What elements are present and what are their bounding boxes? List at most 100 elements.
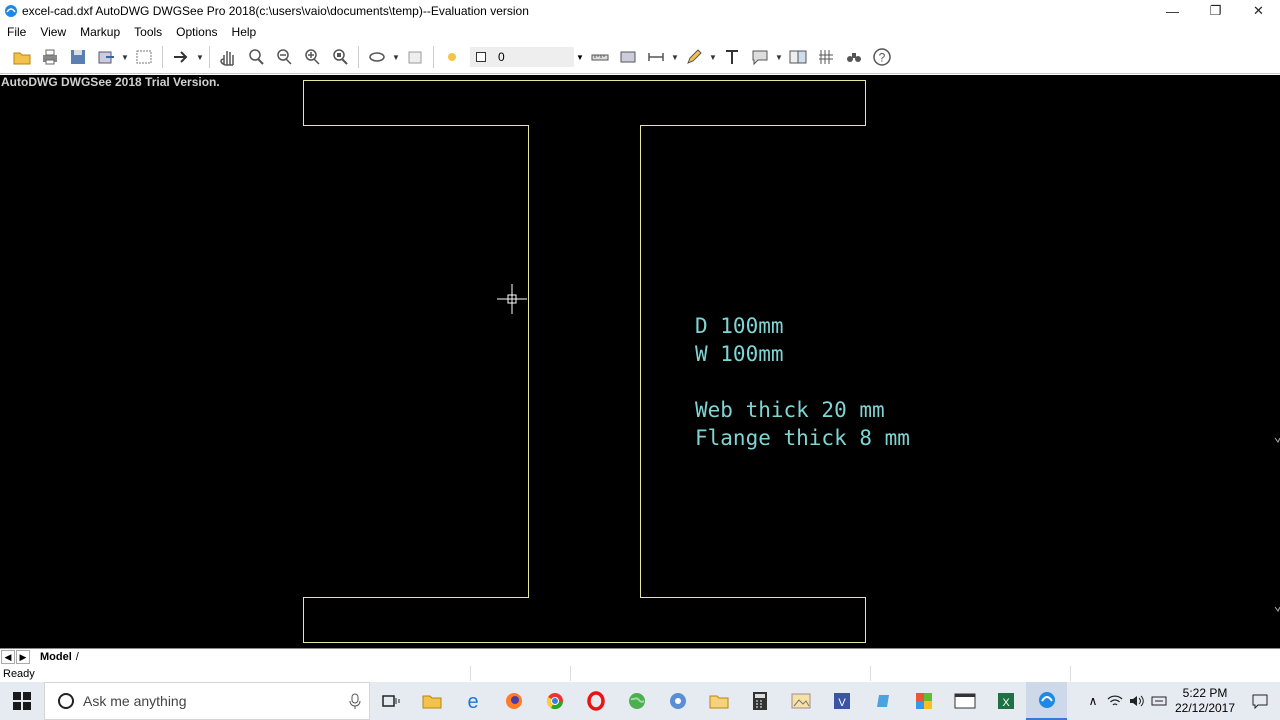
action-center-icon[interactable]	[1240, 682, 1280, 720]
markup-pen-icon[interactable]	[680, 44, 708, 70]
opera-icon[interactable]	[575, 682, 616, 720]
file-explorer-icon[interactable]	[411, 682, 452, 720]
open-icon[interactable]	[8, 44, 36, 70]
toolbar-divider	[209, 46, 210, 68]
chrome-icon[interactable]	[534, 682, 575, 720]
calculator-icon[interactable]	[739, 682, 780, 720]
notes-app-icon[interactable]	[862, 682, 903, 720]
app-icon	[5, 5, 17, 17]
next-dropdown-icon[interactable]: ▼	[195, 44, 205, 70]
find-icon[interactable]	[840, 44, 868, 70]
menu-options[interactable]: Options	[169, 25, 224, 39]
tab-next-icon[interactable]: ▶	[16, 650, 30, 664]
layer-select-value: 0	[498, 50, 505, 64]
taskbar-clock[interactable]: 5:22 PM 22/12/2017	[1170, 686, 1240, 716]
help-icon[interactable]: ?	[868, 44, 896, 70]
tab-prev-icon[interactable]: ◀	[1, 650, 15, 664]
layer-manager-icon[interactable]	[363, 44, 391, 70]
network-app-icon[interactable]	[657, 682, 698, 720]
layer-state-icon[interactable]	[401, 44, 429, 70]
menu-file[interactable]: File	[0, 25, 33, 39]
office-app-icon[interactable]	[903, 682, 944, 720]
drawing-canvas[interactable]: D 100mm W 100mm Web thick 20 mm Flange t…	[0, 75, 1280, 648]
status-pane	[1070, 666, 1210, 681]
taskbar: Ask me anything e V X ∧ 5:22 PM 22/12/20…	[0, 682, 1280, 720]
input-method-icon[interactable]	[1148, 682, 1170, 720]
photos-app-icon[interactable]	[780, 682, 821, 720]
clock-time: 5:22 PM	[1182, 686, 1228, 700]
excel-icon[interactable]: X	[985, 682, 1026, 720]
menu-tools[interactable]: Tools	[127, 25, 169, 39]
window-title: excel-cad.dxf AutoDWG DWGSee Pro 2018(c:…	[22, 4, 529, 18]
layer-select-dropdown-icon[interactable]: ▼	[574, 47, 586, 67]
export-icon[interactable]	[92, 44, 120, 70]
zoom-in-icon[interactable]	[298, 44, 326, 70]
compare-icon[interactable]	[784, 44, 812, 70]
page-setup-icon[interactable]	[130, 44, 158, 70]
visio-app-icon[interactable]: V	[821, 682, 862, 720]
globe-app-icon[interactable]	[616, 682, 657, 720]
zoom-out-icon[interactable]	[270, 44, 298, 70]
text-tool-icon[interactable]	[718, 44, 746, 70]
menu-view[interactable]: View	[33, 25, 73, 39]
status-bar: Ready	[0, 665, 1280, 682]
edge-browser-icon[interactable]: e	[452, 682, 493, 720]
trial-watermark: AutoDWG DWGSee 2018 Trial Version.	[1, 75, 220, 89]
next-icon[interactable]	[167, 44, 195, 70]
tab-model[interactable]: Model	[40, 651, 72, 663]
window-app-icon[interactable]	[944, 682, 985, 720]
system-tray: ∧ 5:22 PM 22/12/2017	[1082, 682, 1280, 720]
zoom-window-icon[interactable]	[242, 44, 270, 70]
microphone-icon[interactable]	[349, 693, 361, 709]
svg-text:V: V	[838, 697, 846, 709]
tab-separator: /	[75, 651, 79, 663]
drawing-svg: D 100mm W 100mm Web thick 20 mm Flange t…	[303, 80, 1280, 643]
svg-text:e: e	[467, 691, 478, 711]
svg-text:?: ?	[879, 51, 886, 65]
print-icon[interactable]	[36, 44, 64, 70]
hatch-icon[interactable]	[812, 44, 840, 70]
annotation-depth: D 100mm	[695, 314, 784, 338]
status-text: Ready	[3, 667, 35, 680]
toolbar-divider	[358, 46, 359, 68]
folder-app-icon[interactable]	[698, 682, 739, 720]
clock-date: 22/12/2017	[1174, 701, 1236, 715]
taskbar-search[interactable]: Ask me anything	[44, 682, 370, 720]
status-pane	[870, 666, 1070, 681]
close-button[interactable]: ✕	[1237, 0, 1280, 22]
measure-area-icon[interactable]	[614, 44, 642, 70]
show-hidden-icons-icon[interactable]: ∧	[1082, 682, 1104, 720]
menu-markup[interactable]: Markup	[73, 25, 127, 39]
layer-select[interactable]: 0	[470, 47, 574, 67]
windows-logo-icon	[13, 692, 31, 710]
cortana-icon	[58, 693, 74, 709]
task-view-icon[interactable]	[370, 682, 411, 720]
restore-button[interactable]: ❐	[1194, 0, 1237, 22]
measure-distance-icon[interactable]	[586, 44, 614, 70]
annotation-web-thickness: Web thick 20 mm	[695, 398, 885, 422]
firefox-icon[interactable]	[493, 682, 534, 720]
menu-help[interactable]: Help	[225, 25, 264, 39]
annotation-flange-thickness: Flange thick 8 mm	[695, 426, 910, 450]
toolbar: ▼ ▼ ▼ 0 ▼ ▼ ▼ ▼ ?	[0, 41, 1280, 74]
save-icon[interactable]	[64, 44, 92, 70]
volume-icon[interactable]	[1126, 682, 1148, 720]
dimension-dropdown-icon[interactable]: ▼	[670, 44, 680, 70]
markup-pen-dropdown-icon[interactable]: ▼	[708, 44, 718, 70]
zoom-extents-icon[interactable]	[326, 44, 354, 70]
layer-light-icon	[438, 44, 466, 70]
start-button[interactable]	[0, 682, 44, 720]
wifi-icon[interactable]	[1104, 682, 1126, 720]
edge-mark	[1274, 606, 1280, 612]
dwgsee-taskbar-icon[interactable]	[1026, 682, 1067, 720]
toolbar-divider	[162, 46, 163, 68]
layer-manager-dropdown-icon[interactable]: ▼	[391, 44, 401, 70]
pan-hand-icon[interactable]	[214, 44, 242, 70]
comment-dropdown-icon[interactable]: ▼	[774, 44, 784, 70]
comment-icon[interactable]	[746, 44, 774, 70]
dimension-icon[interactable]	[642, 44, 670, 70]
search-placeholder: Ask me anything	[83, 693, 187, 709]
export-dropdown-icon[interactable]: ▼	[120, 44, 130, 70]
crosshair-cursor-icon	[497, 284, 527, 314]
minimize-button[interactable]: —	[1151, 0, 1194, 22]
